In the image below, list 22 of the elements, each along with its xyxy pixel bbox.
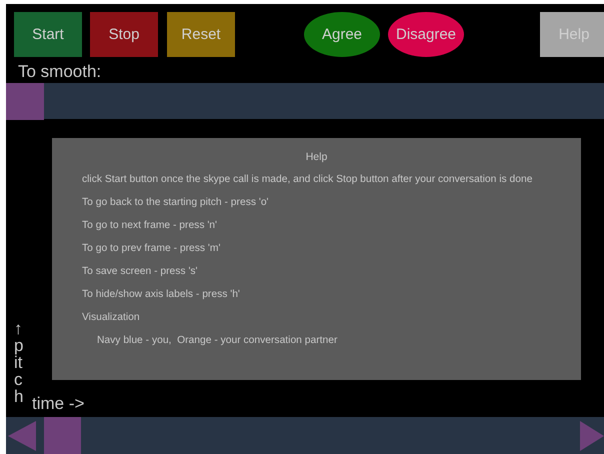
left-arrow-icon[interactable]: [8, 420, 36, 450]
help-text: To go back to the starting pitch - press 'o': [82, 196, 269, 210]
right-arrow-icon[interactable]: [580, 420, 604, 450]
action-button[interactable]: Disagree: [388, 12, 464, 58]
action-button[interactable]: Stop: [90, 12, 158, 58]
slider-thumb[interactable]: [6, 82, 44, 120]
help-text: Visualization: [82, 311, 140, 326]
help-text: Navy blue - you, Orange - your conversation partner: [96, 334, 338, 348]
smooth-slider[interactable]: [6, 82, 604, 120]
action-button[interactable]: Agree: [304, 12, 380, 58]
timeline-thumb[interactable]: [44, 417, 81, 454]
action-button[interactable]: Reset: [167, 12, 235, 58]
axis-label: ↑pitch: [14, 320, 24, 405]
axis-label: time ->: [32, 394, 84, 414]
help-text: To go to prev frame - press 'm': [82, 242, 220, 256]
help-text: To go to next frame - press 'n': [82, 219, 217, 234]
action-button[interactable]: Start: [14, 12, 82, 58]
help-title: Help: [304, 150, 328, 164]
smooth-label: To smooth:: [18, 62, 102, 82]
help-text: To save screen - press 's': [82, 265, 198, 280]
help-text: click Start button once the skype call is made, and click Stop button after your conversation is done: [82, 173, 532, 188]
help-text: To hide/show axis labels - press 'h': [82, 288, 240, 302]
